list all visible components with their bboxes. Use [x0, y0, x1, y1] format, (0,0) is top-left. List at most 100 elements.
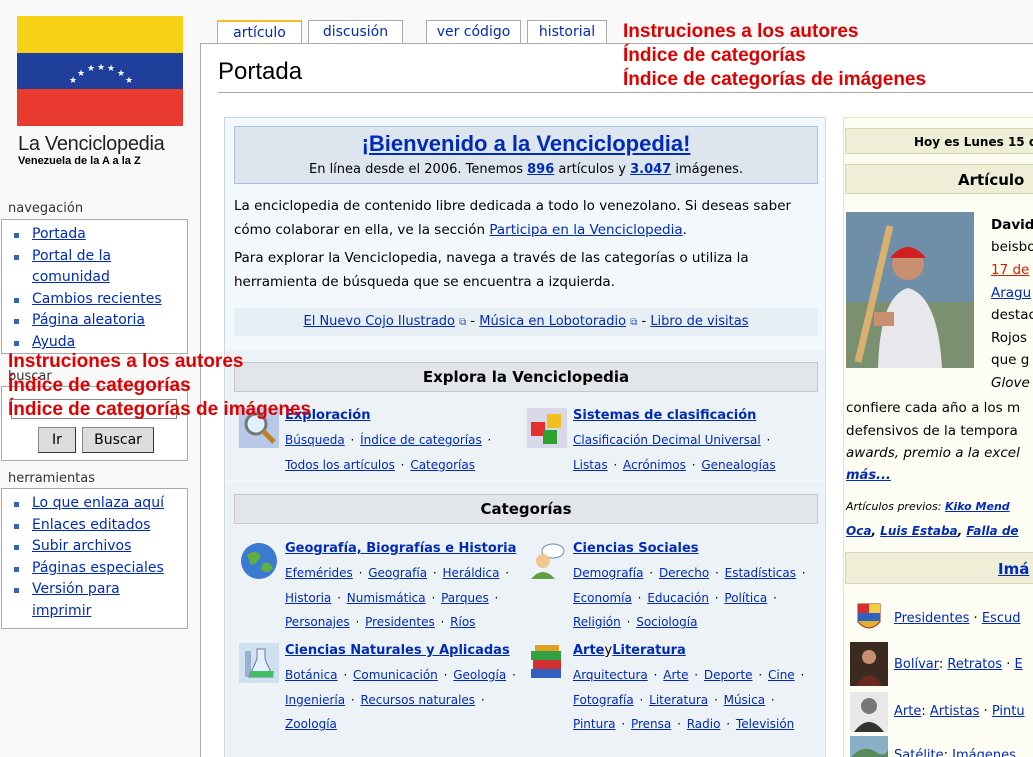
zoologia-link[interactable]: Zoología	[285, 717, 337, 731]
indice-categorias-link[interactable]: Índice de categorías	[360, 433, 482, 447]
religion-link[interactable]: Religión	[573, 615, 621, 629]
tab-articulo[interactable]: artículo	[217, 20, 302, 44]
image-row-link[interactable]: Retratos	[947, 657, 1002, 672]
acronimos-link[interactable]: Acrónimos	[623, 458, 686, 472]
site-logo[interactable]: ★ ★ ★ ★ ★ ★ ★ La Venciclopedia Venezuela…	[16, 16, 184, 172]
literatura-title-link[interactable]: Literatura	[612, 643, 686, 658]
clasificacion-title[interactable]: Sistemas de clasificación	[573, 408, 756, 423]
sidebar-item-label[interactable]: Enlaces editados	[32, 517, 150, 533]
presidentes-link[interactable]: Presidentes	[365, 615, 435, 629]
categorias-link[interactable]: Categorías	[410, 458, 475, 472]
prev-article-link[interactable]: Oca	[846, 524, 871, 538]
economia-link[interactable]: Economía	[573, 591, 632, 605]
go-button[interactable]: Ir	[38, 427, 76, 453]
libro-visitas-link[interactable]: Libro de visitas	[650, 314, 748, 329]
historia-link[interactable]: Historia	[285, 591, 331, 605]
heraldica-link[interactable]: Heráldica	[443, 566, 500, 580]
musica-lobotoradio-link[interactable]: Música en Lobotoradio	[479, 314, 626, 329]
ingenieria-link[interactable]: Ingeniería	[285, 693, 345, 707]
arte-title-link[interactable]: Arte	[573, 643, 605, 658]
sidebar-item-label[interactable]: Cambios recientes	[32, 291, 162, 307]
sidebar-item-label[interactable]: Páginas especiales	[32, 560, 164, 576]
genealogias-link[interactable]: Genealogías	[701, 458, 775, 472]
sidebar-item-label[interactable]: Portada	[32, 226, 86, 242]
red-overlay-authors[interactable]: Instruciones a los autores	[623, 20, 858, 44]
images-count-link[interactable]: 3.047	[630, 162, 671, 177]
sidebar-item-label[interactable]: Subir archivos	[32, 538, 131, 554]
recursos-naturales-link[interactable]: Recursos naturales	[361, 693, 476, 707]
prensa-link[interactable]: Prensa	[631, 717, 671, 731]
personajes-link[interactable]: Personajes	[285, 615, 350, 629]
red-overlay-authors-side[interactable]: Instruciones a los autores	[8, 350, 243, 374]
image-row-link[interactable]: Pintu	[992, 704, 1025, 719]
red-overlay-categories-side[interactable]: Índice de categorías	[8, 374, 191, 398]
sidebar-item-label[interactable]: Página aleatoria	[32, 312, 145, 328]
efemerides-link[interactable]: Efemérides	[285, 566, 353, 580]
sociologia-link[interactable]: Sociología	[636, 615, 697, 629]
sidebar-item-enlaces-editados[interactable]: Enlaces editados	[10, 515, 187, 537]
sidebar-item-cambios-recientes[interactable]: Cambios recientes	[10, 289, 187, 311]
cine-link[interactable]: Cine	[768, 668, 795, 682]
sidebar-item-subir-archivos[interactable]: Subir archivos	[10, 536, 187, 558]
red-overlay-image-categories[interactable]: Índice de categorías de imágenes	[623, 68, 926, 92]
estadisticas-link[interactable]: Estadísticas	[725, 566, 796, 580]
sidebar-item-paginas-especiales[interactable]: Páginas especiales	[10, 558, 187, 580]
deporte-link[interactable]: Deporte	[704, 668, 753, 682]
sociales-title[interactable]: Ciencias Sociales	[573, 541, 699, 556]
image-row-link[interactable]: Satélite	[894, 748, 944, 757]
image-row-link[interactable]: Presidentes	[894, 611, 969, 626]
image-row-link[interactable]: E	[1014, 657, 1022, 672]
more-link[interactable]: más...	[846, 465, 891, 488]
sidebar-item-portada[interactable]: Portada	[10, 224, 187, 246]
botanica-link[interactable]: Botánica	[285, 668, 338, 682]
image-row-link[interactable]: Escud	[982, 611, 1021, 626]
educacion-link[interactable]: Educación	[647, 591, 709, 605]
comunicacion-link[interactable]: Comunicación	[353, 668, 438, 682]
arquitectura-link[interactable]: Arquitectura	[573, 668, 648, 682]
arte-link[interactable]: Arte	[663, 668, 688, 682]
red-overlay-image-categories-side[interactable]: Índice de categorías de imágenes	[8, 398, 311, 422]
cdu-link[interactable]: Clasificación Decimal Universal	[573, 433, 761, 447]
radio-link[interactable]: Radio	[687, 717, 721, 731]
featured-place-link[interactable]: Aragu	[991, 282, 1031, 305]
geografia-link[interactable]: Geografía	[368, 566, 427, 580]
television-link[interactable]: Televisión	[736, 717, 794, 731]
naturales-title[interactable]: Ciencias Naturales y Aplicadas	[285, 643, 510, 658]
busqueda-link[interactable]: Búsqueda	[285, 433, 345, 447]
todos-articulos-link[interactable]: Todos los artículos	[285, 458, 395, 472]
listas-link[interactable]: Listas	[573, 458, 608, 472]
numismatica-link[interactable]: Numismática	[347, 591, 426, 605]
pintura-link[interactable]: Pintura	[573, 717, 616, 731]
sidebar-item-portal-comunidad[interactable]: Portal de la comunidad	[10, 246, 187, 289]
image-row-link[interactable]: Artistas	[930, 704, 980, 719]
featured-photo[interactable]	[846, 212, 974, 368]
red-overlay-categories[interactable]: Índice de categorías	[623, 44, 806, 68]
tab-historial[interactable]: historial	[527, 20, 607, 43]
prev-article-link[interactable]: Kiko Mend	[945, 500, 1010, 513]
featured-date-link[interactable]: 17 de	[991, 259, 1029, 282]
articles-count-link[interactable]: 896	[527, 162, 554, 177]
sidebar-item-version-imprimir[interactable]: Versión para imprimir	[10, 579, 187, 622]
parques-link[interactable]: Parques	[441, 591, 489, 605]
sidebar-item-label[interactable]: Lo que enlaza aquí	[32, 495, 164, 511]
musica-link[interactable]: Música	[724, 693, 766, 707]
welcome-title[interactable]: ¡Bienvenido a la Venciclopedia!	[235, 131, 817, 157]
sidebar-item-label[interactable]: Portal de la comunidad	[32, 246, 142, 289]
fotografia-link[interactable]: Fotografía	[573, 693, 634, 707]
demografia-link[interactable]: Demografía	[573, 566, 643, 580]
derecho-link[interactable]: Derecho	[659, 566, 709, 580]
cojo-ilustrado-link[interactable]: El Nuevo Cojo Ilustrado	[304, 314, 456, 329]
tab-ver-codigo[interactable]: ver código	[426, 20, 521, 43]
sidebar-item-pagina-aleatoria[interactable]: Página aleatoria	[10, 310, 187, 332]
search-button[interactable]: Buscar	[82, 427, 154, 453]
politica-link[interactable]: Política	[724, 591, 767, 605]
image-row-link[interactable]: Imágenes	[952, 748, 1016, 757]
rios-link[interactable]: Ríos	[450, 615, 475, 629]
image-row-link[interactable]: Bolívar	[894, 657, 939, 672]
sidebar-item-lo-que-enlaza[interactable]: Lo que enlaza aquí	[10, 493, 187, 515]
literatura-link[interactable]: Literatura	[649, 693, 708, 707]
sidebar-item-label[interactable]: Versión para imprimir	[32, 579, 142, 622]
prev-article-link[interactable]: Luis Estaba	[880, 524, 957, 538]
image-row-link[interactable]: Arte	[894, 704, 921, 719]
images-heading[interactable]: Imá	[845, 552, 1033, 584]
